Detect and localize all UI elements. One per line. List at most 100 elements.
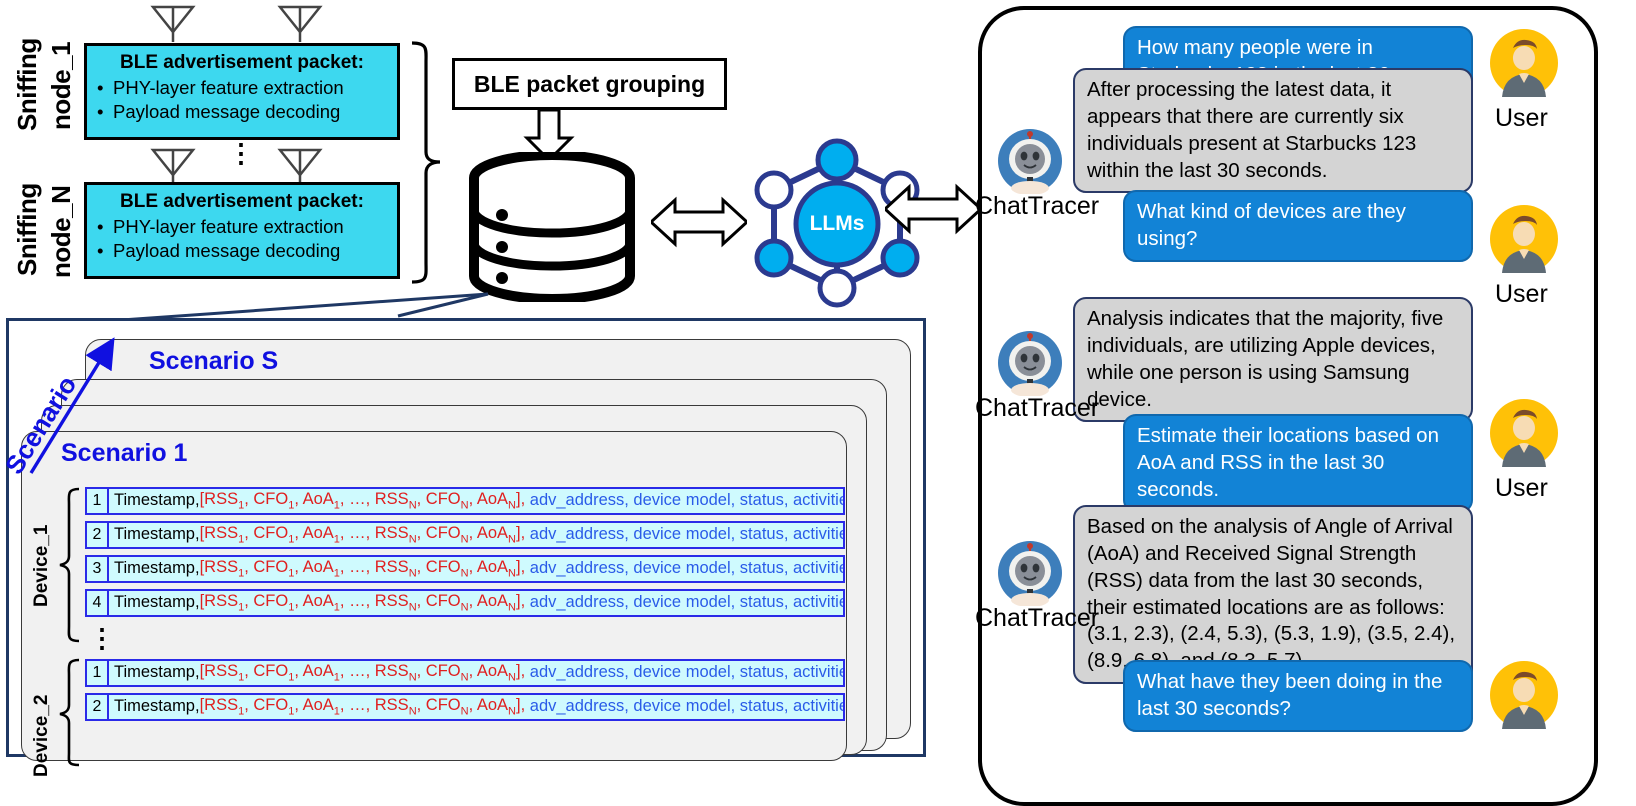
antenna-icon [277, 148, 323, 185]
node-title: BLE advertisement packet: [120, 191, 364, 212]
chat-message-text: What have they been doing in the last 30… [1137, 670, 1443, 720]
user-name-label: User [1495, 280, 1548, 308]
sniff-label-line1: Sniffing [12, 38, 42, 132]
row-features: [RSS1, CFO1, AoA1, …, RSSN, CFON, AoAN], [199, 696, 530, 718]
chat-bubble-user[interactable]: What have they been doing in the last 30… [1123, 660, 1473, 732]
row-features: [RSS1, CFO1, AoA1, …, RSSN, CFON, AoAN], [199, 524, 530, 546]
chat-bubble-bot[interactable]: After processing the latest data, it app… [1073, 68, 1473, 194]
antenna-icon [150, 148, 196, 185]
chat-message-text: After processing the latest data, it app… [1087, 78, 1417, 182]
llm-chat-arrow [885, 183, 981, 235]
chat-message-text: What kind of devices are they using? [1137, 200, 1406, 250]
grouping-label: BLE packet grouping [473, 70, 706, 97]
sniffing-node-n-id: node_N [46, 177, 88, 287]
row-number: 1 [87, 489, 109, 513]
row-timestamp: Timestamp, [114, 491, 200, 510]
device-1-brace [59, 487, 80, 643]
row-features: [RSS1, CFO1, AoA1, …, RSSN, CFON, AoAN], [199, 490, 530, 512]
user-name-label: User [1495, 474, 1548, 502]
chattracer-name-label: ChatTracer [975, 192, 1100, 220]
chat-message-text: Based on the analysis of Angle of Arriva… [1087, 515, 1456, 673]
row-content: Timestamp, [RSS1, CFO1, AoA1, …, RSSN, C… [109, 490, 843, 512]
row-content: Timestamp, [RSS1, CFO1, AoA1, …, RSSN, C… [109, 524, 843, 546]
sniffing-node-n-box[interactable]: BLE advertisement packet: • PHY-layer fe… [84, 182, 400, 279]
table-row[interactable]: 4 Timestamp, [RSS1, CFO1, AoA1, …, RSSN,… [85, 589, 845, 617]
sniff-label-line1: Sniffing [12, 183, 42, 277]
sniff-id-line: node_N [46, 185, 76, 279]
row-content: Timestamp, [RSS1, CFO1, AoA1, …, RSSN, C… [109, 592, 843, 613]
row-metadata: adv_address, device model, status, activ… [529, 593, 843, 612]
db-llm-arrow [651, 196, 747, 248]
bullet-glyph: • [97, 77, 104, 98]
antenna-icon [277, 5, 323, 42]
table-row[interactable]: 3 Timestamp, [RSS1, CFO1, AoA1, …, RSSN,… [85, 555, 845, 583]
node-bullet: • Payload message decoding [97, 239, 387, 263]
row-number: 2 [87, 695, 109, 719]
scenario-stack-panel: Scenario S Scenario 1 Scenario Device_1 … [0, 318, 926, 777]
ble-packet-grouping-box[interactable]: BLE packet grouping [452, 58, 727, 110]
chat-bubble-bot[interactable]: Analysis indicates that the majority, fi… [1073, 297, 1473, 423]
table-row[interactable]: 1 Timestamp, [RSS1, CFO1, AoA1, …, RSSN,… [85, 659, 845, 687]
node-bullet-text: Payload message decoding [113, 100, 341, 122]
diagram-canvas: Sniffing node_1 BLE advertisement packet… [0, 0, 1636, 806]
chat-bubble-user[interactable]: What kind of devices are they using? [1123, 190, 1473, 262]
chattracer-avatar [998, 541, 1062, 606]
row-number: 1 [87, 661, 109, 685]
table-row[interactable]: 2 Timestamp, [RSS1, CFO1, AoA1, …, RSSN,… [85, 521, 845, 549]
node-bullet: • PHY-layer feature extraction [97, 76, 387, 100]
row-metadata: adv_address, device model, status, activ… [529, 491, 843, 510]
sniffing-node-1-box[interactable]: BLE advertisement packet: • PHY-layer fe… [84, 43, 400, 140]
row-timestamp: Timestamp, [114, 559, 200, 578]
row-content: Timestamp, [RSS1, CFO1, AoA1, …, RSSN, C… [109, 662, 843, 684]
bullet-glyph: • [97, 100, 104, 122]
user-avatar [1490, 205, 1558, 273]
node-bullet: • Payload message decoding [97, 100, 387, 124]
user-name-label: User [1495, 104, 1548, 132]
node-bullet-text: Payload message decoding [113, 239, 341, 261]
row-features: [RSS1, CFO1, AoA1, …, RSSN, CFON, AoAN], [199, 662, 530, 684]
row-number: 4 [87, 591, 109, 615]
row-number: 3 [87, 557, 109, 581]
row-metadata: adv_address, device model, status, activ… [529, 697, 843, 716]
user-avatar [1490, 399, 1558, 467]
user-avatar [1490, 661, 1558, 729]
device-2-brace [59, 658, 80, 767]
bullet-glyph: • [97, 239, 104, 261]
row-content: Timestamp, [RSS1, CFO1, AoA1, …, RSSN, C… [109, 696, 843, 718]
row-number: 2 [87, 523, 109, 547]
node-bullet: • PHY-layer feature extraction [97, 215, 387, 239]
chattracer-name-label: ChatTracer [975, 394, 1100, 422]
row-timestamp: Timestamp, [114, 697, 200, 716]
node-bullet-text: PHY-layer feature extraction [113, 77, 344, 98]
chattracer-name-label: ChatTracer [975, 604, 1100, 632]
chat-message-text: Estimate their locations based on AoA an… [1137, 424, 1439, 501]
chat-bubble-bot[interactable]: Based on the analysis of Angle of Arriva… [1073, 505, 1473, 685]
chattracer-avatar [998, 129, 1062, 194]
database-icon [469, 152, 635, 302]
bullet-glyph: • [97, 216, 104, 237]
antenna-icon [150, 5, 196, 42]
nodes-ellipsis: ⋮ [228, 138, 254, 168]
scenario-s-title: Scenario S [149, 347, 279, 375]
node-bullet-text: PHY-layer feature extraction [113, 216, 344, 237]
row-metadata: adv_address, device model, status, activ… [529, 525, 843, 544]
row-metadata: adv_address, device model, status, activ… [529, 559, 843, 578]
row-timestamp: Timestamp, [114, 663, 200, 682]
row-timestamp: Timestamp, [114, 525, 200, 544]
sniffing-node-1-id: node_1 [46, 32, 88, 140]
table-row[interactable]: 1 Timestamp, [RSS1, CFO1, AoA1, …, RSSN,… [85, 487, 845, 515]
sniff-id-line: node_1 [46, 41, 76, 131]
chat-message-text: Analysis indicates that the majority, fi… [1087, 307, 1444, 411]
row-metadata: adv_address, device model, status, activ… [529, 663, 843, 682]
chat-bubble-user[interactable]: Estimate their locations based on AoA an… [1123, 414, 1473, 513]
device-1-rows-ellipsis: ⋮ [89, 623, 115, 653]
table-row[interactable]: 2 Timestamp, [RSS1, CFO1, AoA1, …, RSSN,… [85, 693, 845, 721]
node-title: BLE advertisement packet: [120, 52, 364, 73]
device-2-label: Device_2 [31, 694, 52, 777]
device-1-label: Device_1 [31, 524, 52, 607]
row-features: [RSS1, CFO1, AoA1, …, RSSN, CFON, AoAN], [199, 558, 530, 580]
nodes-brace [411, 41, 441, 284]
row-content: Timestamp, [RSS1, CFO1, AoA1, …, RSSN, C… [109, 558, 843, 580]
chattracer-avatar [998, 331, 1062, 396]
user-avatar [1490, 29, 1558, 97]
